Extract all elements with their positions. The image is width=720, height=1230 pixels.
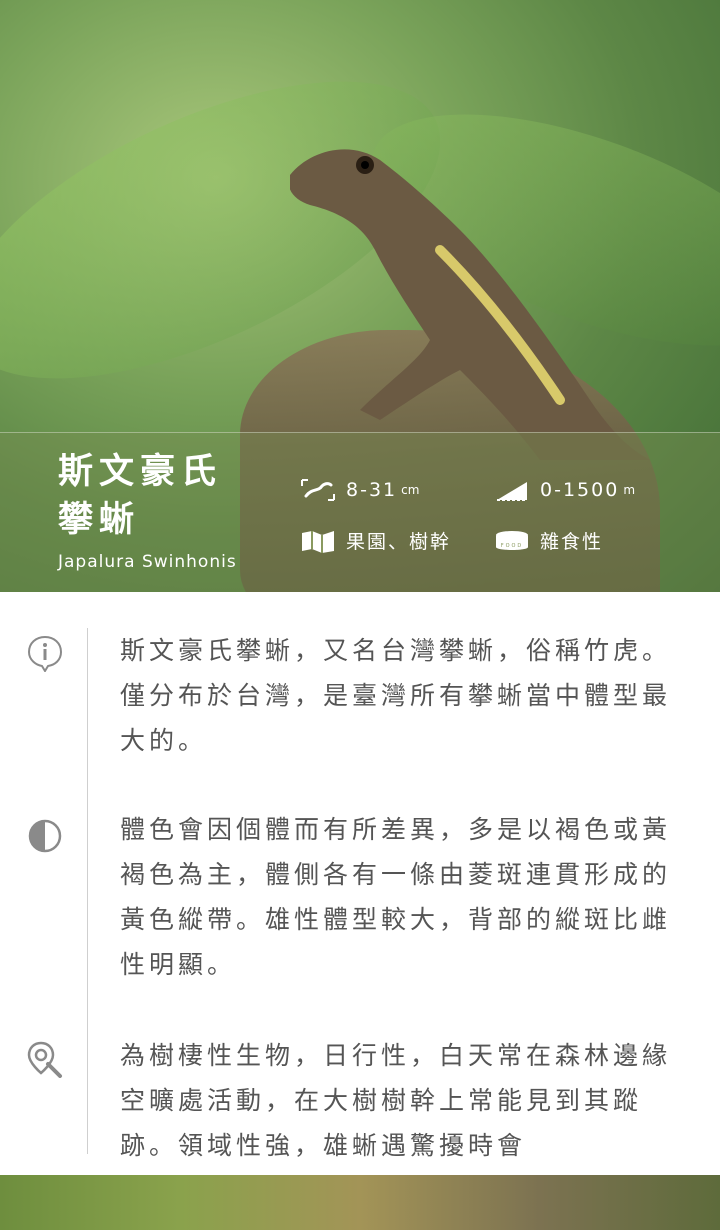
- description-panel: 斯文豪氏攀蜥，又名台灣攀蜥，俗稱竹虎。僅分布於台灣，是臺灣所有攀蜥當中體型最大的…: [0, 592, 720, 1175]
- diet-value: 雜食性: [540, 531, 604, 553]
- info-icon: [27, 635, 63, 672]
- body-length-stat: 8-31 cm: [300, 478, 419, 502]
- body-length-value: 8-31: [346, 479, 398, 501]
- altitude-value: 0-1500: [540, 479, 620, 501]
- habitat-stat: 果園、樹幹: [300, 527, 451, 554]
- latin-name: Japalura Swinhonis: [58, 552, 237, 572]
- diet-stat: FOOD 雜食性: [494, 527, 603, 554]
- body-length-icon: [300, 478, 336, 502]
- species-name: 斯文豪氏 攀蜥: [58, 448, 222, 544]
- altitude-stat: 0-1500 m: [494, 478, 635, 502]
- intro-paragraph: 斯文豪氏攀蜥，又名台灣攀蜥，俗稱竹虎。僅分布於台灣，是臺灣所有攀蜥當中體型最大的…: [120, 636, 672, 755]
- species-name-line2: 攀蜥: [58, 500, 141, 540]
- food-bowl-icon: FOOD: [494, 529, 530, 553]
- food-label: FOOD: [501, 543, 524, 549]
- contrast-icon: [28, 819, 62, 853]
- altitude-icon: [494, 478, 530, 502]
- species-name-line1: 斯文豪氏: [58, 452, 223, 492]
- body-length-unit: cm: [401, 483, 420, 497]
- location-search-icon: [27, 1041, 62, 1078]
- appearance-paragraph: 體色會因個體而有所差異，多是以褐色或黃褐色為主，體側各有一條由菱斑連貫形成的黃色…: [120, 815, 672, 979]
- altitude-unit: m: [623, 483, 636, 497]
- behavior-paragraph: 為樹棲性生物，日行性，白天常在森林邊緣空曠處活動，在大樹樹幹上常能見到其蹤跡。領…: [120, 1041, 672, 1160]
- lizard-illustration: [290, 149, 650, 460]
- bottom-photo-strip: [0, 1175, 720, 1230]
- map-icon: [300, 529, 336, 553]
- divider-line: [87, 628, 88, 1154]
- habitat-value: 果園、樹幹: [346, 531, 452, 553]
